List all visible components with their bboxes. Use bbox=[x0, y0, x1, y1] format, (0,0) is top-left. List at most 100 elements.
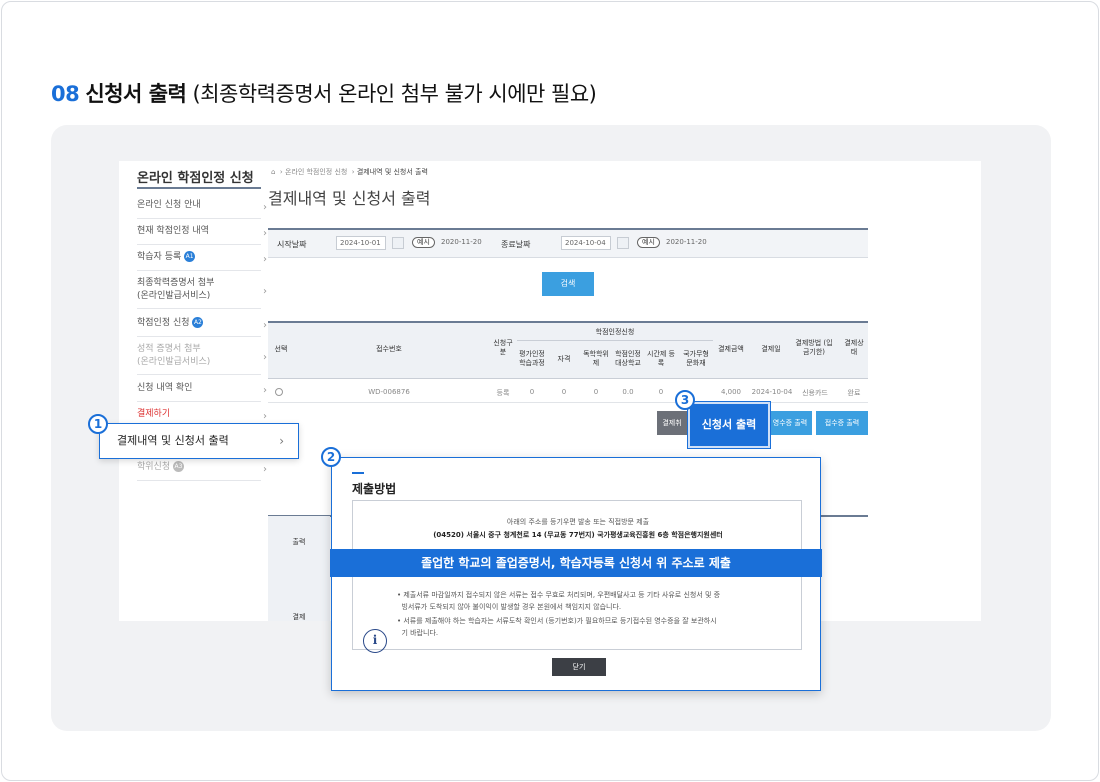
cancel-payment-button[interactable]: 결제취 bbox=[657, 411, 687, 435]
td-date: 2024-10-04 bbox=[751, 388, 793, 396]
callout-menu-item[interactable]: 결제내역 및 신청서 출력 › bbox=[99, 423, 299, 459]
td-amount: 4,000 bbox=[720, 388, 742, 396]
heading-light: (최종학력증명서 온라인 첨부 불가 시에만 필요) bbox=[192, 82, 597, 106]
badge-a2: A2 bbox=[192, 317, 204, 328]
breadcrumb-level2: 결제내역 및 신청서 출력 bbox=[356, 168, 428, 176]
application-print-button[interactable]: 신청서 출력 bbox=[688, 402, 770, 448]
sidebar-item-guide[interactable]: 온라인 신청 안내 › bbox=[137, 199, 267, 219]
sidebar-item-register[interactable]: 학습자 등록 A1 › bbox=[137, 251, 267, 271]
sidebar-item-label: 결제하기 bbox=[137, 409, 171, 419]
sidebar-item-degree[interactable]: 학위신청 A3 › bbox=[137, 461, 267, 481]
th-apply-type: 신청구분 bbox=[493, 339, 513, 356]
th-select: 선택 bbox=[274, 345, 288, 353]
step-2-marker: 2 bbox=[321, 447, 341, 467]
row-radio[interactable] bbox=[275, 388, 283, 396]
screenshot-panel: 온라인 학점인정 신청 온라인 신청 안내 › 현재 학점인정 내역 › 학습자 등… bbox=[51, 125, 1051, 731]
breadcrumb: ⌂ › 온라인 학점인정 신청 › 결제내역 및 신청서 출력 bbox=[271, 168, 428, 176]
start-date-input[interactable]: 2024-10-01 bbox=[336, 236, 386, 250]
sidebar-title: 온라인 학점인정 신청 bbox=[137, 171, 254, 186]
lower-print-label: 출력 bbox=[292, 538, 306, 546]
note-2: • 서류를 제출해야 하는 학습자는 서류도착 확인서 (등기번호)가 필요하므… bbox=[397, 617, 717, 637]
end-date-label: 종료날짜 bbox=[501, 240, 531, 249]
sidebar-item-label: 학위신청 bbox=[137, 462, 171, 472]
sidebar-item-label: 온라인 신청 안내 bbox=[137, 200, 201, 210]
sidebar-item-label: 성적 증명서 첨부 bbox=[137, 344, 201, 354]
th-sub-parttime: 시간제 등록 bbox=[647, 350, 675, 367]
sidebar-item-label: 신청 내역 확인 bbox=[137, 383, 193, 393]
sidebar-item-transcript[interactable]: 성적 증명서 첨부 (온라인발급서비스) › bbox=[137, 343, 267, 375]
td-status: 완료 bbox=[847, 389, 861, 397]
chevron-right-icon: › bbox=[263, 320, 267, 331]
calendar-icon[interactable] bbox=[617, 237, 629, 249]
modal-title: 제출방법 bbox=[352, 482, 397, 496]
lower-table-header bbox=[268, 516, 330, 621]
step-number: 08 bbox=[51, 82, 80, 106]
th-group: 학점인정신청 bbox=[595, 328, 635, 336]
chevron-right-icon: › bbox=[263, 385, 267, 396]
sidebar-item-label: 최종학력증명서 첨부 bbox=[137, 278, 215, 288]
heading-strong: 신청서 출력 bbox=[85, 82, 187, 106]
modal-title-bar bbox=[352, 472, 364, 474]
td-value: 0 bbox=[529, 388, 535, 396]
th-sub-school: 학점인정 대상학교 bbox=[615, 350, 641, 367]
chevron-right-icon: › bbox=[263, 202, 267, 213]
td-value: 0.0 bbox=[622, 388, 634, 396]
highlight-banner: 졸업한 학교의 졸업증명서, 학습자등록 신청서 위 주소로 제출 bbox=[330, 549, 822, 577]
sidebar-item-diploma[interactable]: 최종학력증명서 첨부 (온라인발급서비스) › bbox=[137, 277, 267, 309]
sidebar-item-label: 학점인정 신청 bbox=[137, 318, 190, 328]
example-date: 2020-11-20 bbox=[441, 238, 482, 246]
td-value: 0 bbox=[561, 388, 567, 396]
sidebar-item-sublabel: (온라인발급서비스) bbox=[137, 357, 211, 367]
example-pill: 예시 bbox=[412, 237, 435, 248]
sidebar-item-sublabel: (온라인발급서비스) bbox=[137, 291, 211, 301]
th-group-divider bbox=[517, 340, 713, 341]
note-1a: 제출서류 마감일까지 접수되지 않은 서류는 접수 무효로 처리되며, 우편배달… bbox=[403, 591, 721, 599]
close-button[interactable]: 닫기 bbox=[552, 658, 606, 676]
badge-a3: A3 bbox=[173, 461, 184, 472]
th-receipt-no: 접수번호 bbox=[376, 345, 402, 353]
address-line2: (04520) 서울시 중구 청계천로 14 (무교동 77번지) 국가평생교육… bbox=[433, 531, 723, 539]
chevron-right-icon: › bbox=[263, 352, 267, 363]
td-receipt-no: WD-006876 bbox=[368, 388, 410, 396]
th-status: 결제상태 bbox=[844, 339, 864, 356]
address-line1: 아래의 주소를 등기우편 발송 또는 직접방문 제출 bbox=[506, 518, 650, 526]
chevron-right-icon: › bbox=[263, 228, 267, 239]
sidebar-divider bbox=[137, 187, 261, 189]
th-method: 결제방법 (입금기한) bbox=[795, 339, 833, 356]
calendar-icon[interactable] bbox=[392, 237, 404, 249]
th-sub-course: 평가인정 학습과정 bbox=[519, 350, 545, 367]
search-button[interactable]: 검색 bbox=[542, 272, 594, 296]
td-apply-type: 등록 bbox=[496, 389, 510, 397]
sidebar-item-label: 학습자 등록 bbox=[137, 252, 182, 262]
sidebar-item-current[interactable]: 현재 학점인정 내역 › bbox=[137, 225, 267, 245]
sidebar-item-payment[interactable]: 결제하기 › bbox=[137, 408, 267, 423]
sidebar-item-label: 현재 학점인정 내역 bbox=[137, 226, 209, 236]
breadcrumb-level1[interactable]: 온라인 학점인정 신청 bbox=[285, 168, 347, 176]
sidebar-item-apply[interactable]: 학점인정 신청 A2 › bbox=[137, 317, 267, 337]
badge-a1: A1 bbox=[184, 251, 196, 262]
th-sub-heritage: 국가무형 문화재 bbox=[683, 350, 709, 367]
end-date-input[interactable]: 2024-10-04 bbox=[561, 236, 611, 250]
td-value: 0 bbox=[593, 388, 599, 396]
home-icon[interactable]: ⌂ bbox=[271, 168, 275, 176]
th-sub-self: 독학학위제 bbox=[583, 350, 609, 367]
th-date: 결제일 bbox=[761, 345, 781, 353]
chevron-right-icon: › bbox=[263, 411, 267, 422]
th-sub-cert: 자격 bbox=[557, 355, 571, 363]
step-3-marker: 3 bbox=[675, 390, 695, 410]
chevron-right-icon: › bbox=[263, 286, 267, 297]
section-heading: 08 신청서 출력 (최종학력증명서 온라인 첨부 불가 시에만 필요) bbox=[51, 78, 597, 108]
chevron-right-icon: › bbox=[279, 434, 284, 448]
chevron-right-icon: › bbox=[263, 464, 267, 475]
note-1: • 제출서류 마감일까지 접수되지 않은 서류는 접수 무효로 처리되며, 우편… bbox=[397, 591, 721, 611]
info-icon: i bbox=[363, 629, 387, 653]
example-pill: 예시 bbox=[637, 237, 660, 248]
td-value: 0 bbox=[658, 388, 664, 396]
lower-payment-label: 결제 bbox=[292, 613, 306, 621]
start-date-label: 시작날짜 bbox=[277, 240, 307, 249]
receipt-print-button[interactable]: 영수증 출력 bbox=[768, 411, 812, 435]
td-method: 신용카드 bbox=[802, 389, 828, 397]
sidebar-item-check[interactable]: 신청 내역 확인 › bbox=[137, 382, 267, 402]
acknowledgment-print-button[interactable]: 접수증 출력 bbox=[816, 411, 868, 435]
callout-menu-label: 결제내역 및 신청서 출력 bbox=[117, 434, 229, 447]
